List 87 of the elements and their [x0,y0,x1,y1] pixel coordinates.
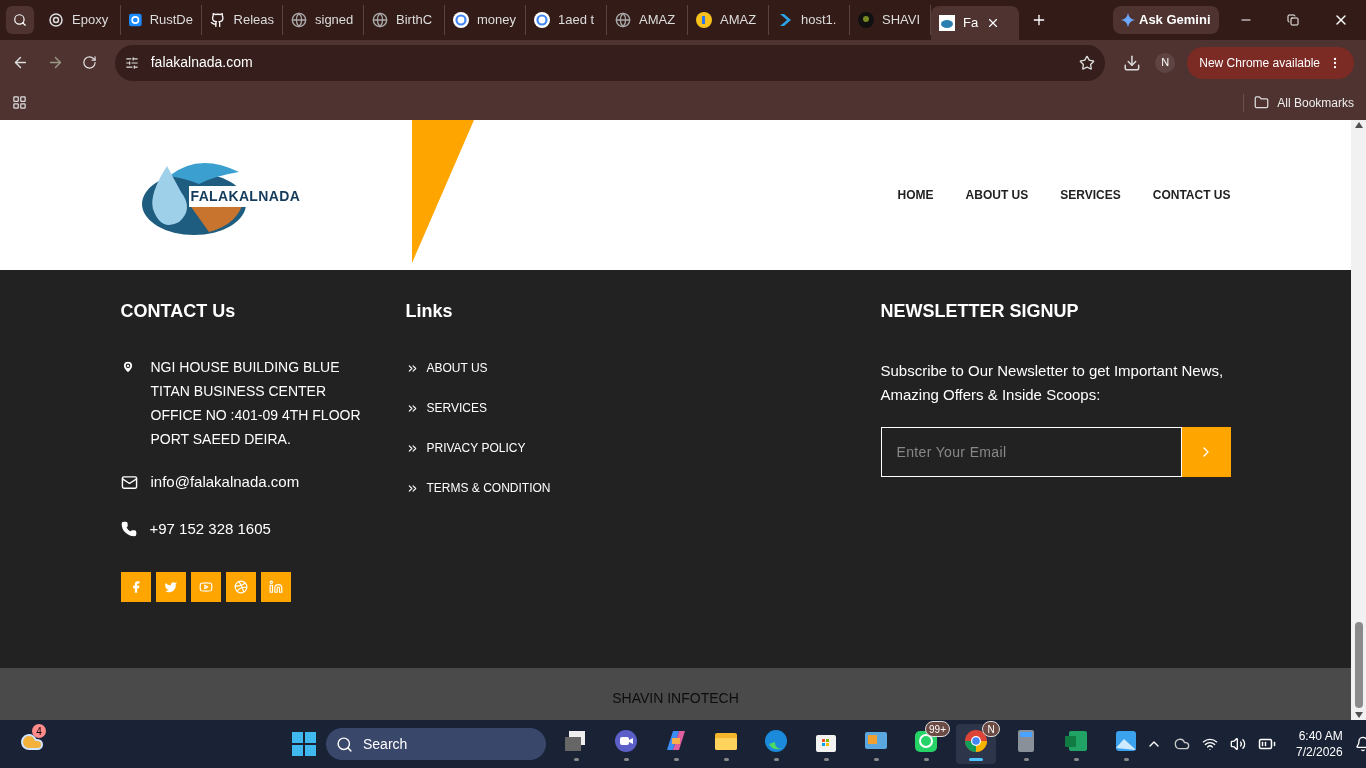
gemini-button[interactable]: Ask Gemini [1113,6,1219,34]
google-icon [534,12,550,28]
search-icon [13,13,27,27]
email-field[interactable]: Enter Your Email [880,427,1182,477]
bookmark-star-icon[interactable] [1079,54,1096,71]
scroll-up-icon[interactable] [1354,122,1363,128]
email-text: info@falakalnada.com [150,472,300,492]
wifi-icon[interactable] [1202,736,1218,752]
clock[interactable]: 6:40 AM 7/2/2026 [1296,728,1343,760]
social-link[interactable] [120,572,151,602]
new-tab-icon[interactable] [1031,12,1047,28]
nav-link[interactable]: CONTACT US [1152,186,1231,204]
browser-tab[interactable]: RustDe [121,5,202,35]
scroll-down-icon[interactable] [1354,712,1363,718]
spiral-icon [48,12,64,28]
browser-tab[interactable]: SHAVI [850,5,931,35]
nav-link[interactable]: ABOUT US [965,186,1029,204]
app-badge: N [982,721,1000,737]
search-icon [336,735,353,753]
sync-icon [129,12,142,28]
edge-icon [763,727,789,754]
globe-icon [291,12,307,28]
notification-badge: 4 [32,724,46,738]
twitter-icon [163,580,178,594]
phone-icon [120,520,137,537]
social-link[interactable] [190,572,221,602]
browser-tab[interactable]: host1. [769,5,850,35]
newsletter-text: Subscribe to Our Newsletter to get Important News, Amazing Offers & Inside Scoops: [880,361,1225,405]
scrollbar-thumb[interactable] [1354,622,1363,708]
address-bar[interactable]: falakalnada.com [114,44,1106,81]
github-icon [210,12,226,28]
reload-icon[interactable] [81,55,97,70]
social-link[interactable] [260,572,291,602]
footer-link[interactable]: PRIVACY POLICY [426,439,526,457]
shopping-icon [696,12,712,28]
volume-icon[interactable] [1230,736,1246,752]
social-link[interactable] [155,572,186,602]
footer-link[interactable]: TERMS & CONDITION [426,479,551,497]
browser-tab[interactable]: signed [283,5,364,35]
dribbble-icon [233,580,248,594]
windows-logo-icon[interactable] [292,732,316,756]
taskbar-search[interactable]: Search [326,728,546,760]
browser-icon [963,727,989,754]
address-text: NGI HOUSE BUILDING BLUE TITAN BUSINESS CENTER OFFICE NO :401-09 4TH FLOOR PORT SAEED DEIRA. [150,358,362,449]
browser-tab[interactable]: AMAZ [688,5,769,35]
logo-text: FALAKALNADA [188,185,303,207]
social-link[interactable] [225,572,256,602]
credit-text: SHAVIN INFOTECH [612,688,739,708]
apps-icon[interactable] [12,95,27,110]
browser-tab[interactable]: AMAZ [607,5,688,35]
browser-tab[interactable]: BirthC [364,5,445,35]
footer-link[interactable]: ABOUT US [426,359,488,377]
back-icon[interactable] [12,54,29,71]
browser-tab[interactable]: 1aed t [526,5,607,35]
restore-icon[interactable] [1287,14,1299,26]
location-icon [120,360,135,374]
app-badge: 99+ [925,721,950,737]
browser-tab[interactable]: Epoxy [40,5,121,35]
site-logo-icon [939,15,955,31]
globe-icon [615,12,631,28]
dark-logo-icon [858,12,874,28]
footer-link[interactable]: SERVICES [426,399,487,417]
sparkle-icon [1121,13,1135,27]
globe-icon [372,12,388,28]
cloud-icon[interactable] [1174,736,1190,752]
google-icon [453,12,469,28]
contact-heading: CONTACT Us [120,300,237,323]
folder-icon [1254,95,1270,110]
browser-tab[interactable]: Fa [931,6,1019,40]
profile-avatar[interactable]: N [1155,52,1176,73]
newsletter-heading: NEWSLETTER SIGNUP [880,300,1080,323]
nav-link[interactable]: HOME [897,186,934,204]
browser-tab[interactable]: Releas [202,5,283,35]
phone-text: +97 152 328 1605 [149,518,271,539]
site-settings-icon[interactable] [124,55,139,70]
nav-link[interactable]: SERVICES [1060,186,1121,204]
all-bookmarks-button[interactable]: All Bookmarks [1254,93,1354,112]
linkedin-icon [268,580,283,594]
download-icon[interactable] [1123,53,1142,72]
bell-icon[interactable] [1354,736,1366,752]
links-heading: Links [405,300,454,323]
video-chat-icon [613,727,639,754]
browser-tab[interactable]: money [445,5,526,35]
mail-icon [120,473,138,491]
update-button[interactable]: New Chrome available [1187,46,1354,79]
youtube-icon [198,580,213,594]
tab-search-button[interactable] [6,6,34,34]
